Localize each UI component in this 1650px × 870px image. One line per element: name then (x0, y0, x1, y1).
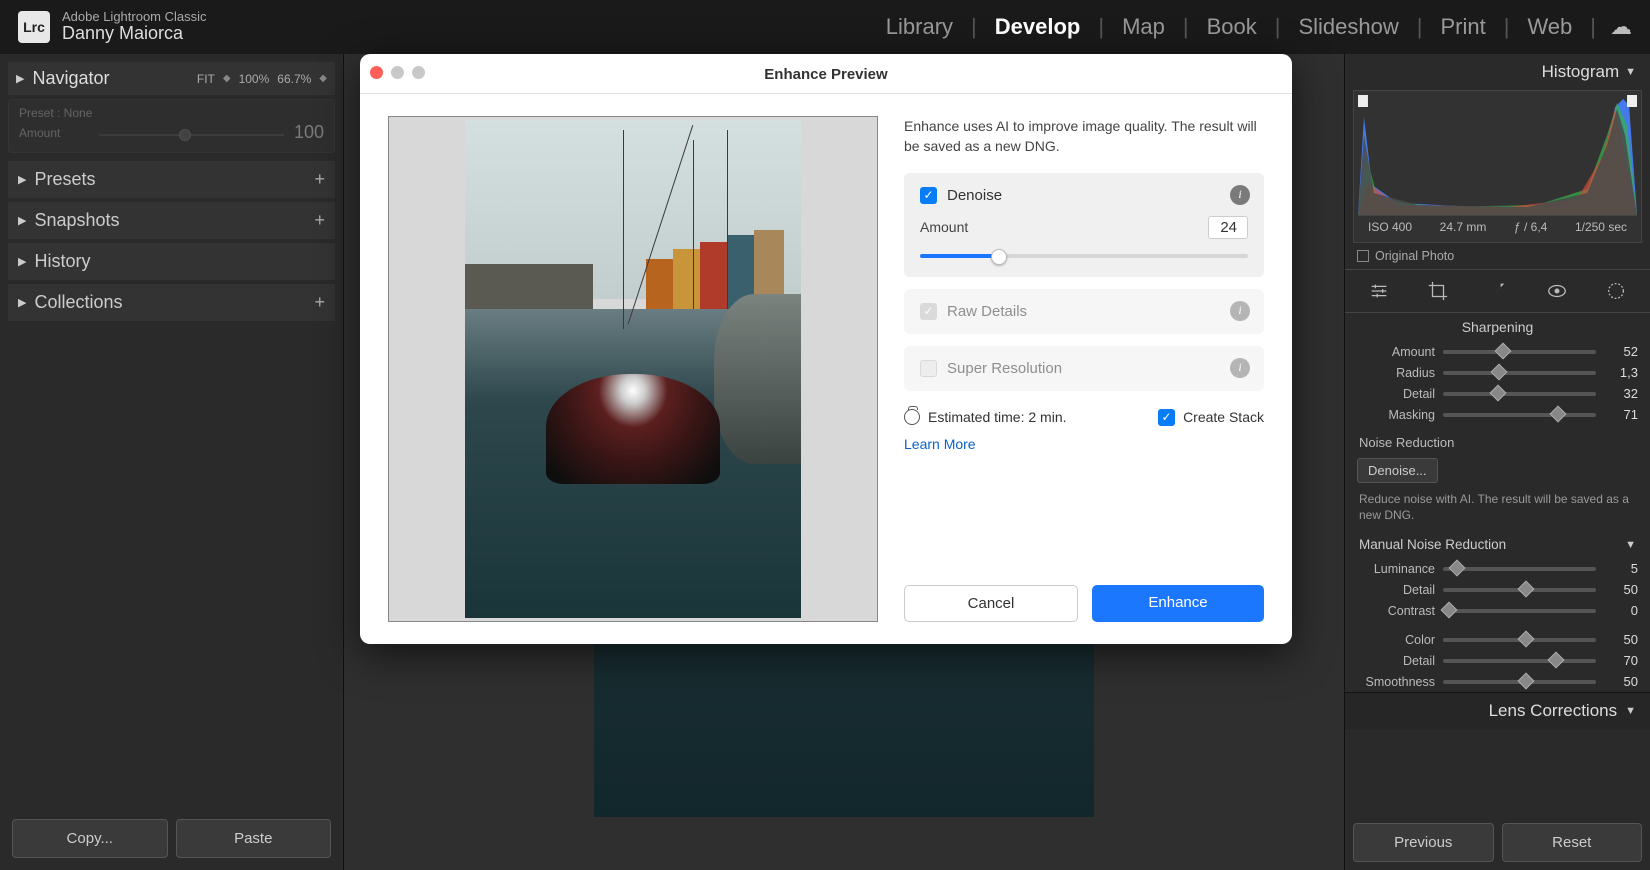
modal-title: Enhance Preview (764, 66, 887, 83)
modal-title-bar: Enhance Preview (360, 54, 1292, 94)
super-resolution-option: Super Resolution i (904, 346, 1264, 391)
info-icon[interactable]: i (1230, 185, 1250, 205)
amount-label: Amount (920, 219, 968, 235)
enhance-preview-image[interactable] (388, 116, 878, 622)
raw-details-label: Raw Details (947, 303, 1027, 320)
modal-desc: Enhance uses AI to improve image quality… (904, 116, 1264, 157)
amount-value[interactable]: 24 (1208, 216, 1248, 239)
modal-overlay: Enhance Preview (0, 0, 1650, 870)
estimated-time: Estimated time: 2 min. (904, 409, 1067, 425)
amount-slider[interactable] (920, 249, 1248, 263)
stopwatch-icon (904, 409, 920, 425)
info-icon[interactable]: i (1230, 301, 1250, 321)
minimize-window-icon[interactable] (391, 66, 404, 79)
close-window-icon[interactable] (370, 66, 383, 79)
learn-more-link[interactable]: Learn More (904, 436, 1264, 452)
create-stack-label: Create Stack (1183, 409, 1264, 425)
enhance-button[interactable]: Enhance (1092, 585, 1264, 622)
window-controls (370, 66, 425, 79)
cancel-button[interactable]: Cancel (904, 585, 1078, 622)
create-stack-checkbox[interactable]: ✓ (1158, 409, 1175, 426)
super-resolution-label: Super Resolution (947, 360, 1062, 377)
denoise-option: ✓ Denoise i Amount 24 (904, 173, 1264, 277)
fullscreen-window-icon[interactable] (412, 66, 425, 79)
info-icon[interactable]: i (1230, 358, 1250, 378)
super-resolution-checkbox (920, 360, 937, 377)
enhance-preview-modal: Enhance Preview (360, 54, 1292, 644)
denoise-label: Denoise (947, 187, 1002, 204)
create-stack-option[interactable]: ✓ Create Stack (1158, 409, 1264, 426)
raw-details-checkbox: ✓ (920, 303, 937, 320)
raw-details-option: ✓ Raw Details i (904, 289, 1264, 334)
denoise-checkbox[interactable]: ✓ (920, 187, 937, 204)
